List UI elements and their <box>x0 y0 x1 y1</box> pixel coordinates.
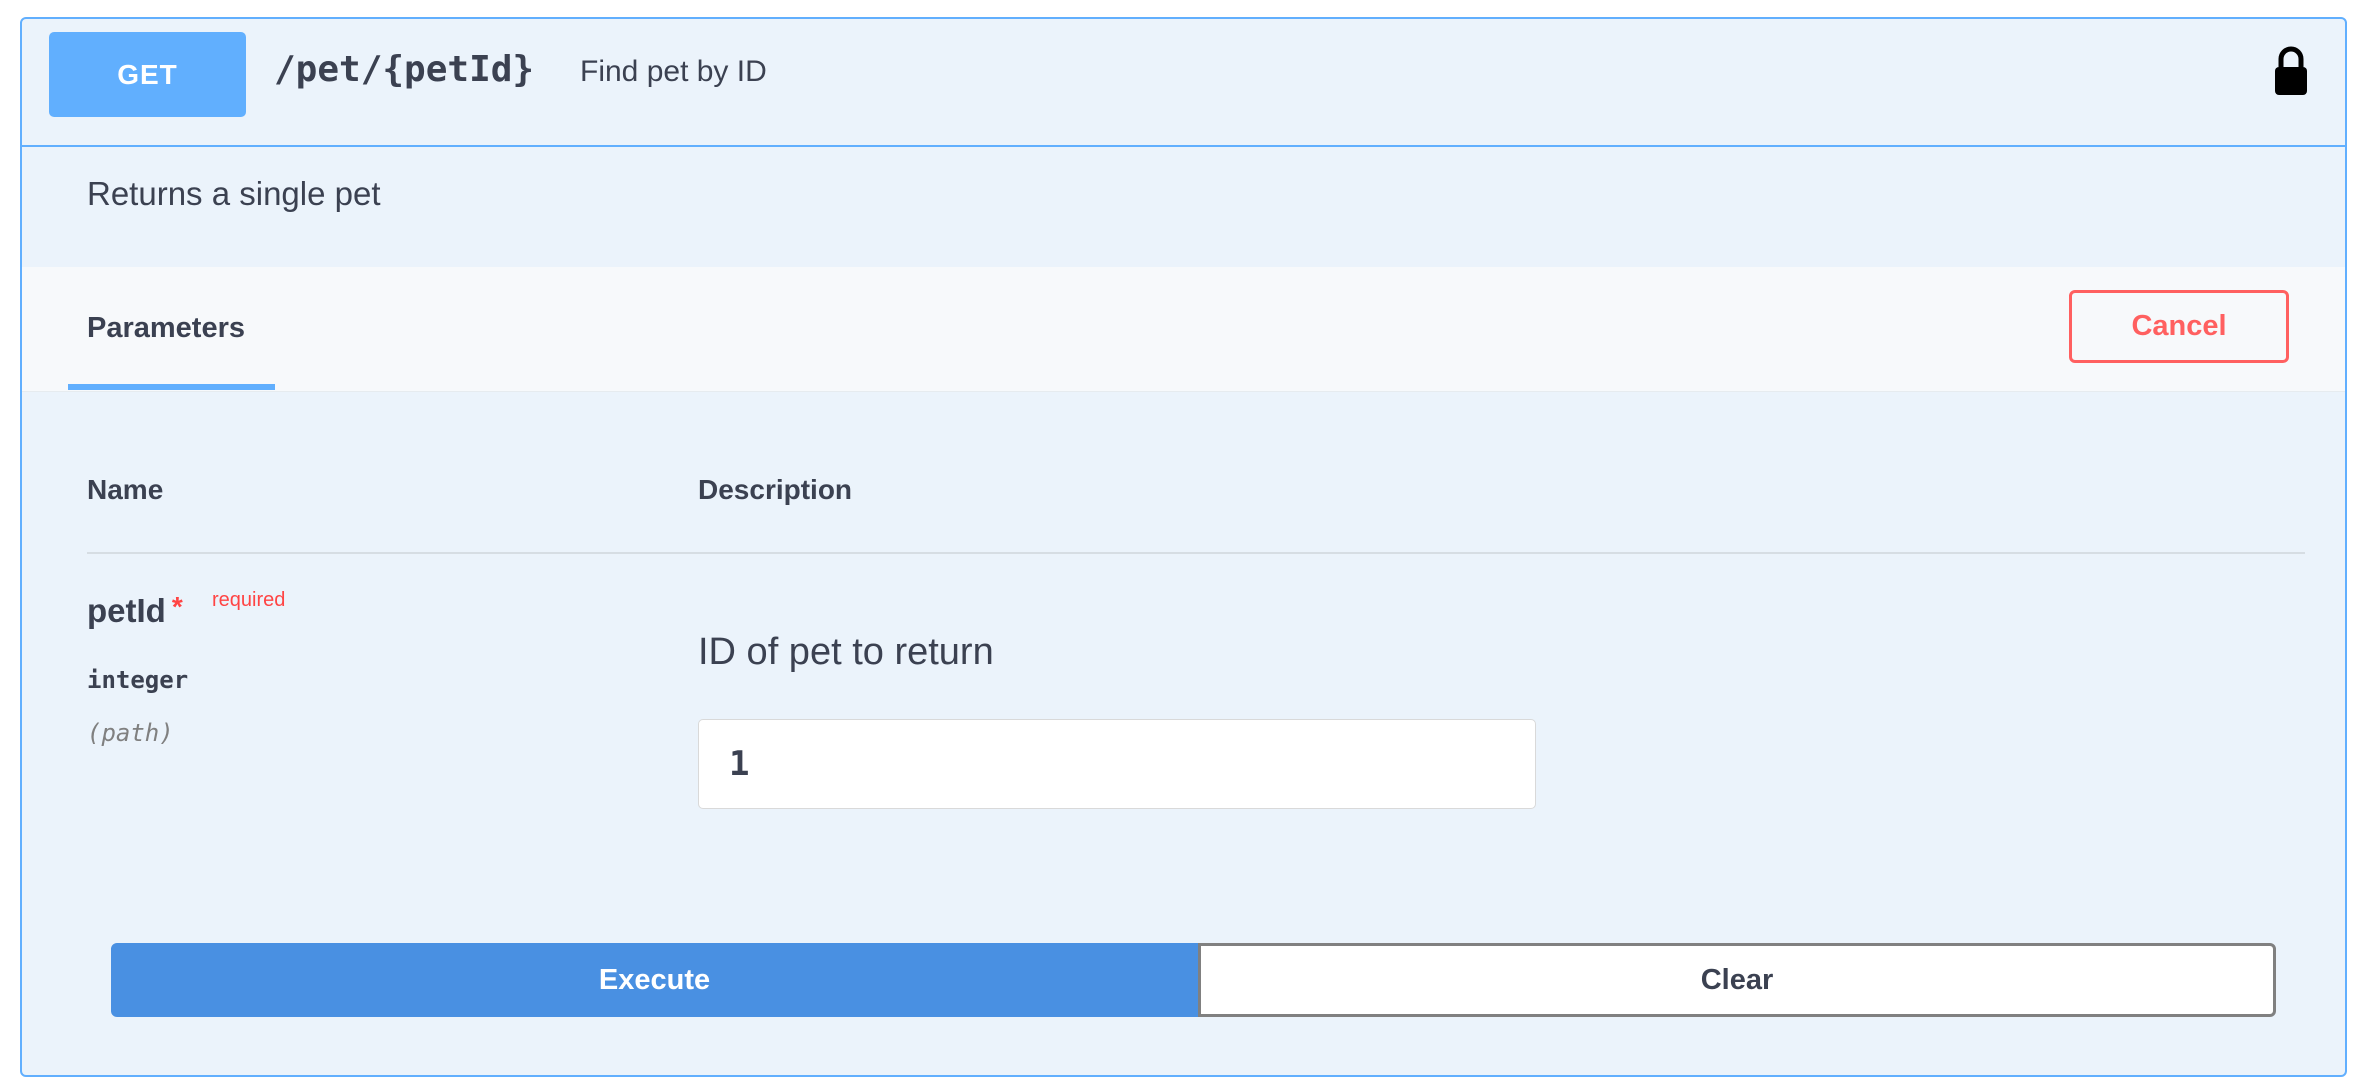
parameter-name-text: petId <box>87 592 166 629</box>
parameter-name: petId * <box>87 591 183 630</box>
petid-input[interactable] <box>698 719 1536 809</box>
operation-path: /pet/{petId} <box>274 49 535 90</box>
column-header-name: Name <box>87 474 164 505</box>
parameter-description: ID of pet to return <box>698 631 994 673</box>
http-method-badge: GET <box>49 32 246 117</box>
operation-summary-text: Find pet by ID <box>580 55 767 88</box>
execute-button[interactable]: Execute <box>111 943 1198 1017</box>
parameter-location: (path) <box>87 719 174 747</box>
tab-active-indicator <box>68 384 275 390</box>
lock-icon[interactable] <box>2271 45 2311 97</box>
operation-summary[interactable]: GET /pet/{petId} Find pet by ID <box>22 19 2345 147</box>
execute-wrapper: Execute Clear <box>111 943 2276 1017</box>
parameters-header: Parameters Cancel <box>22 267 2345 392</box>
required-star: * <box>171 591 183 622</box>
cancel-button[interactable]: Cancel <box>2069 290 2289 363</box>
tab-parameters[interactable]: Parameters <box>87 312 245 345</box>
operation-block-get-pet: GET /pet/{petId} Find pet by ID Returns … <box>20 17 2347 1077</box>
parameter-type: integer <box>87 666 189 694</box>
operation-description: Returns a single pet <box>87 175 381 212</box>
parameters-table-header: Name Description <box>87 474 2305 554</box>
column-header-description: Description <box>698 474 853 505</box>
clear-button[interactable]: Clear <box>1198 943 2276 1017</box>
required-label: required <box>212 589 286 611</box>
